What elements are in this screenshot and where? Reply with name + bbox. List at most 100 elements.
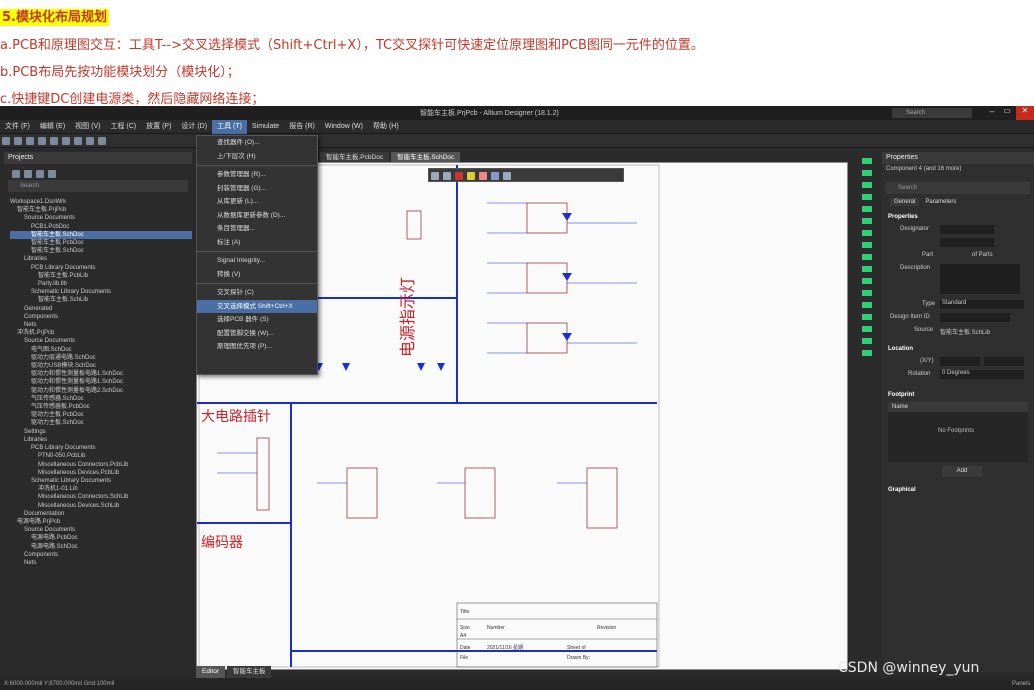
tree-item[interactable]: Generated (10, 305, 192, 313)
section-graphical[interactable]: Graphical (882, 477, 1034, 503)
menu-convert[interactable]: 转换 (V) (197, 268, 317, 282)
menu-help[interactable]: 帮助 (H) (368, 120, 404, 134)
menu-file[interactable]: 文件 (F) (0, 120, 35, 134)
refresh-icon[interactable] (36, 170, 44, 178)
tree-item[interactable]: 电源电路.PrjPcb (10, 518, 192, 526)
tree-item[interactable]: Source Documents (10, 526, 192, 534)
tree-item[interactable]: Schematic Library Documents (10, 477, 192, 485)
tree-item[interactable]: Source Documents (10, 337, 192, 345)
tree-item[interactable]: Nets (10, 559, 192, 567)
tree-item[interactable]: 驱动力和惯性测量板电路1.SchDoc (10, 370, 192, 378)
tree-item[interactable]: 智能车主板.PcbLib (10, 272, 192, 280)
tree-item[interactable]: 电源电路.SchDoc (10, 543, 192, 551)
tree-item[interactable]: 气压传感器板.PcbDoc (10, 403, 192, 411)
add-footprint-button[interactable]: Add (942, 466, 982, 477)
menu-window[interactable]: Window (W) (320, 120, 368, 134)
tab-general[interactable]: General (890, 198, 920, 206)
menu-cross-select-mode[interactable]: 交叉选择模式 Shift+Ctrl+X (197, 299, 317, 313)
tree-item[interactable]: Miscellaneous Devices.SchLib (10, 502, 192, 510)
tree-item[interactable]: 智能车主板.SchDoc (10, 247, 192, 255)
menu-item-manager[interactable]: 条目管理器... (197, 222, 317, 236)
minimize-icon[interactable]: – (985, 106, 999, 120)
tree-item[interactable]: Libraries (10, 436, 192, 444)
projects-search[interactable]: Search (8, 180, 188, 192)
description-field[interactable] (940, 264, 1020, 294)
wire-icon[interactable] (455, 172, 463, 180)
print-icon[interactable] (26, 137, 34, 145)
tree-item[interactable]: 电源电路.PcbDoc (10, 534, 192, 542)
close-icon[interactable]: ✕ (1016, 106, 1034, 120)
menu-place[interactable]: 放置 (P) (141, 120, 176, 134)
type-select[interactable]: Standard (940, 300, 1024, 309)
menu-reports[interactable]: 报告 (R) (284, 120, 320, 134)
tree-item[interactable]: 驱动力主板.PcbDoc (10, 411, 192, 419)
folder-icon[interactable] (24, 170, 32, 178)
menu-tools[interactable]: 工具 (T) (212, 120, 247, 134)
menu-update-from-library[interactable]: 从库更新 (L)... (197, 195, 317, 209)
menu-configure-pin-swap[interactable]: 配置管脚交换 (W)... (197, 327, 317, 341)
tree-item[interactable]: Miscellaneous Devices.PcbLib (10, 469, 192, 477)
tree-item[interactable]: PCB Library Documents (10, 264, 192, 272)
section-footprint[interactable]: Footprint (882, 382, 1034, 402)
editor-tab[interactable]: Editor (196, 666, 225, 678)
comment-field[interactable] (940, 238, 994, 247)
menu-signal-integrity[interactable]: Signal Integrity... (197, 254, 317, 268)
menu-cross-probe[interactable]: 交叉探针 (C) (197, 286, 317, 300)
gear-icon[interactable] (48, 170, 56, 178)
cut-icon[interactable] (74, 137, 82, 145)
maximize-icon[interactable]: ▭ (1000, 106, 1014, 120)
zoom-icon[interactable] (38, 137, 46, 145)
panels-button[interactable]: Panels (1012, 678, 1030, 690)
power-icon[interactable] (479, 172, 487, 180)
tree-item[interactable]: 冲洗机1-01.Lib (10, 485, 192, 493)
tree-item[interactable]: Workspace1.DsnWrk (10, 198, 192, 206)
tree-item[interactable]: 智能车主板.PrjPcb (10, 206, 192, 214)
tree-item[interactable]: PTN0-050.PcbLib (10, 452, 192, 460)
menu-select-pcb-components[interactable]: 选择PCB 器件 (S) (197, 313, 317, 327)
tree-item[interactable]: Documentation (10, 510, 192, 518)
doc-icon[interactable] (12, 170, 20, 178)
tree-item[interactable]: 气压传感器.SchDoc (10, 395, 192, 403)
add-icon[interactable] (443, 172, 451, 180)
tree-item[interactable]: Party.lib.lib (10, 280, 192, 288)
menu-update-from-database[interactable]: 从数据库更新参数 (D)... (197, 209, 317, 223)
save-icon[interactable] (14, 137, 22, 145)
menu-edit[interactable]: 编辑 (E) (35, 120, 70, 134)
move-icon[interactable] (62, 137, 70, 145)
text-icon[interactable] (503, 172, 511, 180)
tree-item[interactable]: Libraries (10, 255, 192, 263)
menu-simulate[interactable]: Simulate (247, 120, 284, 134)
paste-icon[interactable] (98, 137, 106, 145)
designator-field[interactable] (940, 225, 994, 234)
tree-item[interactable]: Components (10, 313, 192, 321)
tree-item[interactable]: Settings (10, 428, 192, 436)
tree-item[interactable]: Miscellaneous Connectors.PcbLib (10, 461, 192, 469)
y-field[interactable] (984, 357, 1024, 366)
tree-item[interactable]: Nets (10, 321, 192, 329)
x-field[interactable] (940, 357, 980, 366)
menu-schematic-preferences[interactable]: 原理图优先项 (P)... (197, 340, 317, 354)
design-item-field[interactable] (940, 313, 1010, 322)
tree-item[interactable]: 电气图.SchDoc (10, 346, 192, 354)
tree-item[interactable]: 智能车主板.PcbDoc (10, 239, 192, 247)
rotation-select[interactable]: 0 Degrees (940, 370, 1024, 379)
menu-view[interactable]: 视图 (V) (70, 120, 105, 134)
tree-item[interactable]: Source Documents (10, 214, 192, 222)
menu-find-component[interactable]: 查找器件 (O)... (197, 136, 317, 150)
open-icon[interactable] (2, 137, 10, 145)
tree-item[interactable]: 驱动力USB模块.SchDoc (10, 362, 192, 370)
menu-parameter-manager[interactable]: 参数管理器 (R)... (197, 168, 317, 182)
section-properties[interactable]: Properties (882, 210, 1034, 224)
tool-icons[interactable] (862, 158, 872, 358)
tree-item[interactable]: Miscellaneous Connectors.SchLib (10, 493, 192, 501)
copy-icon[interactable] (86, 137, 94, 145)
select-icon[interactable] (50, 137, 58, 145)
tree-item[interactable]: Schematic Library Documents (10, 288, 192, 296)
menu-annotation[interactable]: 标注 (A) (197, 236, 317, 250)
tree-item[interactable]: 冲洗机.PrjPcb (10, 329, 192, 337)
tree-item[interactable]: Components (10, 551, 192, 559)
part-icon[interactable] (491, 172, 499, 180)
tree-item[interactable]: 驱动力主板.SchDoc (10, 419, 192, 427)
menu-up-down-hierarchy[interactable]: 上/下层次 (H) (197, 150, 317, 164)
properties-search[interactable]: Search (886, 182, 1030, 194)
